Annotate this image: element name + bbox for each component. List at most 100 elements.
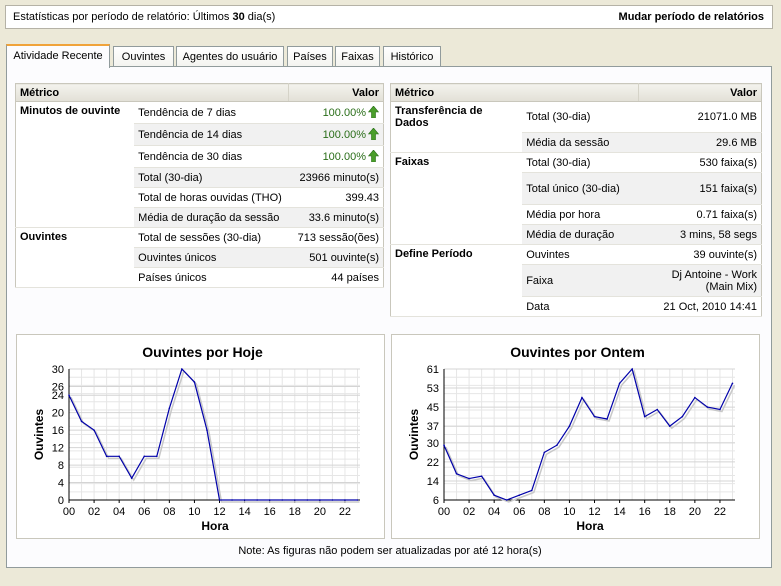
metric-label: Média de duração	[522, 224, 639, 245]
data-point	[618, 382, 621, 385]
metric-value: 100.00%	[288, 145, 384, 168]
tab-listeners[interactable]: Ouvintes	[113, 46, 174, 67]
data-point	[156, 455, 158, 458]
x-tick-label: 06	[138, 506, 150, 518]
series-shadow	[445, 369, 736, 503]
metric-value: 39 ouvinte(s)	[638, 244, 762, 265]
data-point	[130, 477, 133, 479]
x-tick-label: 10	[563, 506, 575, 518]
metric-label: Média de duração da sessão	[134, 207, 289, 228]
metric-header: Métrico	[390, 83, 639, 102]
chart-listeners-today: Ouvintes por Hoje 0 4 8 12 16 20 24 26 30 00 02 04 06…	[16, 334, 385, 539]
group-label-set-period: Define Período	[390, 244, 523, 317]
data-point	[656, 408, 659, 411]
metric-label: Data	[522, 296, 639, 317]
y-axis-label: Ouvintes	[32, 409, 46, 461]
tab-countries[interactable]: Países	[287, 46, 333, 67]
tab-recent-activity[interactable]: Atividade Recente	[6, 44, 110, 68]
metric-value: 29.6 MB	[638, 132, 762, 153]
group-label-listener-minutes: Minutos de ouvinte	[15, 101, 135, 228]
x-tick-label: 04	[488, 506, 500, 518]
data-point	[568, 425, 571, 427]
x-tick-label: 06	[513, 506, 525, 518]
data-point	[256, 499, 258, 501]
change-period-link[interactable]: Mudar período de relatórios	[619, 11, 764, 23]
metric-value: 3 mins, 58 segs	[638, 224, 762, 245]
data-point	[243, 499, 246, 501]
chart-listeners-today-svg: Ouvintes por Hoje04812162024263000 02 04 06…	[32, 344, 360, 533]
data-point	[306, 499, 309, 501]
y-tick-label: 30	[52, 364, 64, 376]
metric-value: 100.00%	[288, 101, 384, 124]
metric-label: Média por hora	[522, 204, 639, 225]
metric-label: Total de horas ouvidas (THO)	[134, 187, 289, 208]
metric-value: 100.00%	[288, 123, 384, 146]
x-tick-label: 18	[289, 506, 301, 518]
y-tick-label: 45	[427, 402, 439, 414]
data-point	[118, 455, 120, 458]
x-tick-label: 14	[238, 506, 250, 518]
y-tick-label: 12	[52, 443, 64, 455]
y-tick-label: 14	[427, 476, 439, 488]
value-header: Valor	[288, 83, 384, 102]
chart-title: Ouvintes por Hoje	[142, 344, 263, 360]
metric-value: 151 faixa(s)	[638, 172, 762, 205]
metric-value: Dj Antoine - Work (Main Mix)	[638, 264, 762, 297]
data-point	[356, 499, 359, 501]
data-point	[556, 444, 558, 447]
x-tick-label: 22	[339, 506, 351, 518]
data-point	[218, 499, 221, 501]
metric-value: 44 países	[288, 267, 384, 288]
metric-header: Métrico	[15, 83, 289, 102]
metric-label: Tendência de 14 dias	[134, 123, 289, 146]
x-tick-label: 16	[639, 506, 651, 518]
data-point	[543, 451, 546, 454]
data-point	[694, 396, 696, 399]
metric-label: Total (30-dia)	[522, 101, 639, 133]
metric-label: Ouvintes	[522, 244, 639, 265]
data-point	[231, 499, 233, 501]
metric-label: Países únicos	[134, 267, 289, 288]
tab-history[interactable]: Histórico	[383, 46, 441, 67]
tab-user-agents[interactable]: Agentes do usuário	[176, 46, 284, 67]
data-point	[80, 420, 83, 423]
metric-label: Tendência de 30 dias	[134, 145, 289, 168]
x-tick-label: 12	[588, 506, 600, 518]
trend-value: 100.00%	[322, 107, 366, 119]
trend-value: 100.00%	[322, 129, 366, 141]
data-point	[493, 494, 495, 497]
y-axis-label: Ouvintes	[407, 409, 421, 461]
x-tick-label: 04	[113, 506, 125, 518]
group-label-data-transfer: Transferência de Dados	[390, 101, 523, 153]
data-point	[706, 406, 709, 408]
chart-listeners-yesterday-svg: Ouvintes por Ontem61422303745536100 02 04 0…	[407, 344, 736, 533]
stats-prefix: Estatísticas por período de relatório: Ú…	[13, 11, 233, 23]
data-point	[681, 415, 684, 418]
x-tick-label: 12	[213, 506, 225, 518]
data-point	[593, 415, 596, 418]
x-tick-label: 08	[163, 506, 175, 518]
metric-value: 0.71 faixa(s)	[638, 204, 762, 225]
data-point	[531, 489, 533, 492]
report-period-bar: Estatísticas por período de relatório: Ú…	[5, 5, 773, 29]
data-point	[168, 407, 171, 410]
data-tracks-table: Métrico Valor Transferência de Dados Tot…	[390, 83, 762, 317]
metric-label: Média da sessão	[522, 132, 639, 153]
data-point	[344, 499, 346, 501]
data-point	[193, 381, 196, 383]
stats-suffix: dia(s)	[244, 11, 276, 23]
data-point	[268, 499, 271, 501]
data-point	[181, 368, 183, 370]
x-tick-label: 10	[188, 506, 200, 518]
x-tick-label: 00	[438, 506, 450, 518]
data-point	[206, 429, 208, 431]
trend-up-icon	[368, 150, 379, 162]
data-point	[643, 415, 646, 418]
x-axis-label: Hora	[576, 519, 604, 533]
y-tick-label: 30	[427, 438, 439, 450]
group-label-listeners: Ouvintes	[15, 227, 135, 288]
group-label-tracks: Faixas	[390, 152, 523, 245]
y-tick-label: 61	[427, 364, 439, 376]
data-point	[293, 499, 296, 501]
tab-tracks[interactable]: Faixas	[335, 46, 380, 67]
